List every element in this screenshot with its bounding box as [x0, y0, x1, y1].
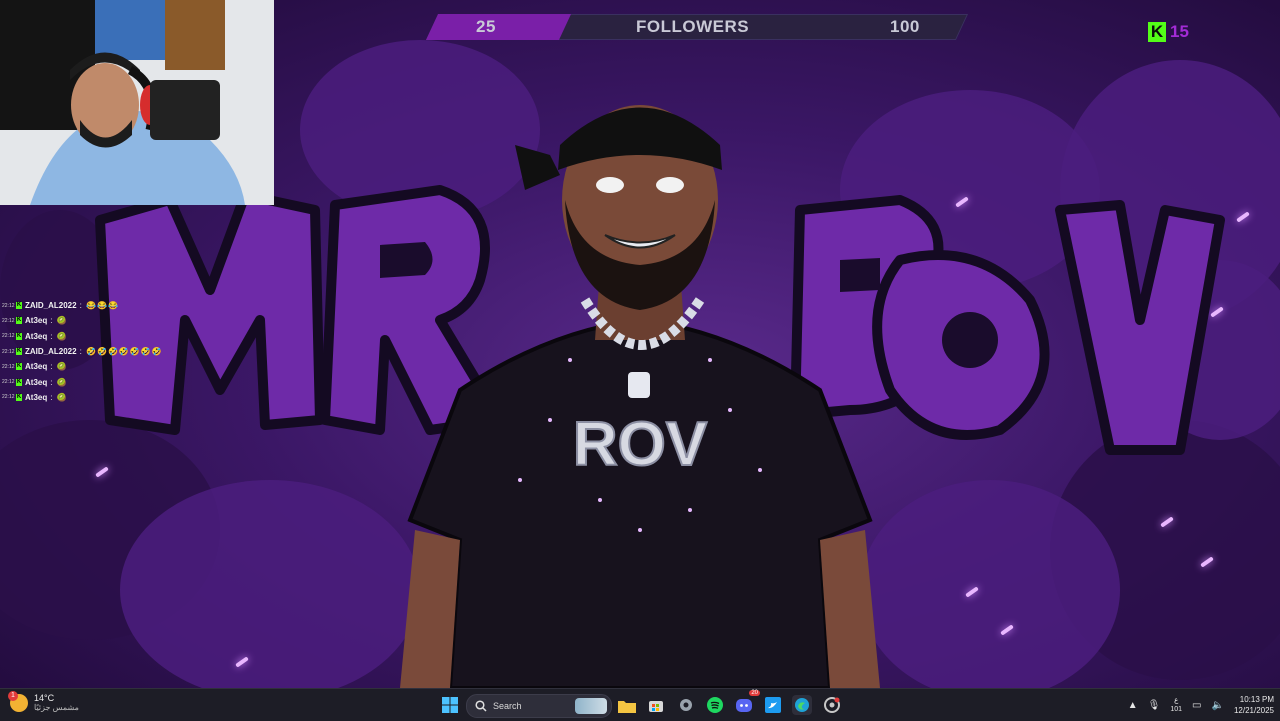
chat-text: : 🥝: [50, 331, 68, 341]
twitter-button[interactable]: [763, 695, 783, 715]
chat-message: 22:12 K At3eq : 🥝: [2, 359, 202, 374]
store-button[interactable]: [646, 695, 666, 715]
character-illustration: ROV: [400, 60, 880, 688]
kick-logo-icon: K: [1148, 22, 1166, 42]
kick-badge-icon: K: [16, 393, 22, 401]
kick-badge-icon: K: [16, 363, 22, 371]
chrome-button[interactable]: [822, 695, 842, 715]
chat-message: 22:12 K ZAID_AL2022 : 🤣🤣🤣🤣🤣🤣🤣: [2, 344, 202, 359]
search-label: Search: [493, 701, 522, 711]
chat-text: : 🥝: [50, 392, 68, 402]
smoke-cloud: [120, 480, 420, 688]
language-top: ع: [1174, 697, 1179, 704]
chat-text: : 🥝: [50, 362, 68, 372]
chat-username: ZAID_AL2022: [25, 301, 77, 311]
chat-time: 22:12: [2, 348, 15, 355]
chat-username: At3eq: [25, 392, 48, 402]
follower-goal-fill: [425, 14, 571, 40]
chat-emotes: 🥝: [56, 316, 68, 326]
kick-badge-icon: K: [16, 302, 22, 310]
chat-emotes: 🥝: [56, 392, 68, 402]
chat-text: : 😂😂😂: [79, 301, 119, 311]
chat-username: At3eq: [25, 331, 48, 341]
kick-viewer-badge: K 15: [1148, 20, 1189, 44]
weather-widget[interactable]: 1 14°C مشمس جزئيًا: [8, 690, 79, 712]
weather-sun-icon: 1: [8, 690, 28, 712]
follower-goal-bar: 25 FOLLOWERS 100: [425, 14, 969, 40]
store-icon: [649, 701, 663, 712]
chat-message: 22:12 K At3eq : 🥝: [2, 329, 202, 344]
search-highlight-image: [575, 698, 607, 714]
smoke-cloud: [860, 480, 1120, 688]
follower-label: FOLLOWERS: [636, 17, 750, 36]
follower-target: 100: [890, 17, 920, 36]
chat-text: : 🤣🤣🤣🤣🤣🤣🤣: [79, 347, 163, 357]
clock-date: 12/21/2025: [1233, 706, 1274, 715]
display-icon[interactable]: ▭: [1192, 700, 1201, 711]
chat-username: At3eq: [25, 316, 48, 326]
chat-time: 22:12: [2, 363, 15, 370]
microphone-icon[interactable]: 🎙: [1148, 700, 1161, 711]
folder-icon: [618, 700, 636, 713]
chat-time: 22:12: [2, 302, 15, 309]
chat-message: 22:12 K At3eq : 🥝: [2, 313, 202, 328]
chat-time: 22:12: [2, 394, 15, 401]
chat-overlay: 22:12 K ZAID_AL2022 : 😂😂😂 22:12 K At3eq …: [2, 298, 202, 405]
shirt-text: ROV: [573, 410, 707, 479]
chat-message: 22:12 K At3eq : 🥝: [2, 374, 202, 389]
discord-icon: [736, 699, 752, 712]
weather-condition: مشمس جزئيًا: [34, 703, 79, 712]
chat-message: 22:12 K At3eq : 🥝: [2, 390, 202, 405]
system-tray: ▲ 🎙 ع 101 ▭ 🔈 10:13 PM 12/21/2025: [1128, 692, 1274, 718]
windows-logo-icon: [442, 697, 458, 713]
kick-viewer-count: 15: [1170, 22, 1189, 41]
clock[interactable]: 10:13 PM 12/21/2025: [1234, 694, 1274, 716]
chrome-icon: [824, 697, 840, 713]
language-indicator[interactable]: ع 101: [1170, 696, 1182, 714]
edge-button[interactable]: [792, 695, 812, 715]
edge-icon: [795, 698, 809, 712]
chevron-up-icon[interactable]: ▲: [1128, 700, 1138, 711]
character-art: ROV: [400, 105, 880, 688]
chat-text: : 🥝: [50, 377, 68, 387]
taskbar-search[interactable]: Search: [466, 694, 612, 718]
stream-scene: ROV 25 FOLLOWERS 100 K 15 22:12 K ZAID_A…: [0, 0, 1280, 688]
weather-notification-badge: 1: [8, 690, 18, 701]
spotify-button[interactable]: [705, 695, 725, 715]
taskbar: 1 14°C مشمس جزئيًا Search 20 ▲ 🎙 ع 101 ▭…: [0, 688, 1280, 721]
volume-icon[interactable]: 🔈: [1212, 700, 1224, 711]
twitter-icon: [765, 697, 781, 713]
chat-text: : 🥝: [50, 316, 68, 326]
kick-badge-icon: K: [16, 332, 22, 340]
chat-time: 22:12: [2, 317, 15, 324]
webcam-image: [0, 0, 274, 205]
search-icon: [475, 700, 487, 712]
chat-emotes: 🤣🤣🤣🤣🤣🤣🤣: [86, 347, 163, 357]
chat-emotes: 🥝: [56, 362, 68, 372]
start-button[interactable]: [440, 695, 460, 715]
language-bottom: 101: [1170, 706, 1183, 713]
kick-badge-icon: K: [16, 317, 22, 325]
chat-time: 22:12: [2, 333, 15, 340]
follower-current: 25: [476, 17, 496, 36]
gear-icon: [680, 699, 692, 711]
discord-button[interactable]: 20: [734, 690, 760, 715]
webcam-feed: [0, 0, 274, 205]
chat-username: At3eq: [25, 377, 48, 387]
settings-button[interactable]: [676, 695, 696, 715]
chat-emotes: 🥝: [56, 331, 68, 341]
chat-emotes: 🥝: [56, 377, 68, 387]
weather-temperature: 14°C: [34, 693, 55, 703]
chat-time: 22:12: [2, 379, 15, 386]
kick-badge-icon: K: [16, 348, 22, 356]
file-explorer-button[interactable]: [617, 695, 637, 715]
chat-message: 22:12 K ZAID_AL2022 : 😂😂😂: [2, 298, 202, 313]
clock-time: 10:13 PM: [1239, 695, 1274, 704]
chat-username: ZAID_AL2022: [25, 347, 77, 357]
chat-username: At3eq: [25, 362, 48, 372]
chat-emotes: 😂😂😂: [86, 301, 119, 311]
discord-notification-badge: 20: [749, 690, 760, 696]
kick-badge-icon: K: [16, 378, 22, 386]
spotify-icon: [707, 697, 723, 713]
